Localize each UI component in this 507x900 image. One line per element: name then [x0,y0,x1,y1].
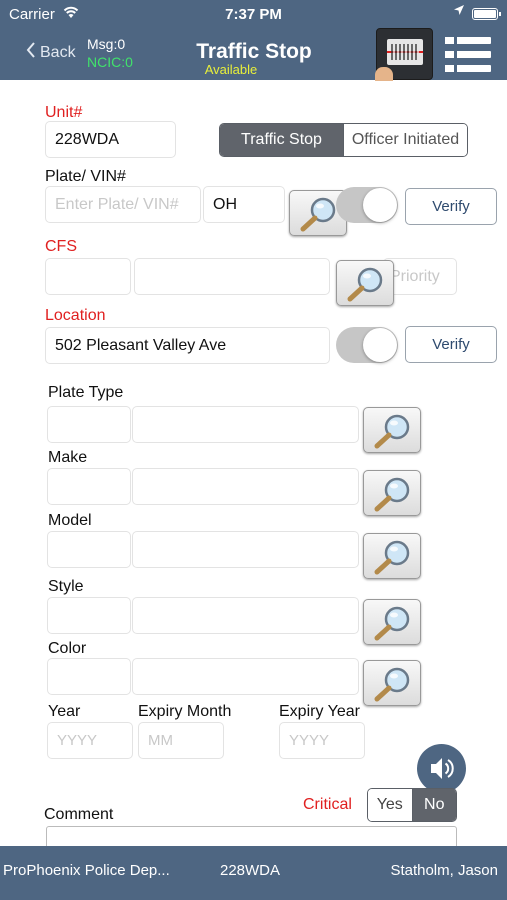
style-code-field[interactable] [47,597,131,634]
plate-verify-button[interactable]: Verify [405,188,497,225]
ncic-count[interactable]: NCIC:0 [87,54,133,70]
unit-field[interactable]: 228WDA [45,121,176,158]
model-label: Model [48,512,92,529]
expiry-month-label: Expiry Month [138,703,232,720]
style-search-button[interactable] [363,599,421,645]
critical-no[interactable]: No [412,789,456,821]
clock: 7:37 PM [225,6,282,23]
menu-icon[interactable] [445,37,491,73]
cfs-label: CFS [45,238,77,255]
location-field[interactable]: 502 Pleasant Valley Ave [45,327,330,364]
critical-label: Critical [303,796,352,813]
comment-label: Comment [44,806,114,823]
battery-icon [472,8,501,20]
stop-type-toggle: Traffic Stop Officer Initiated [219,123,468,157]
stop-type-traffic-stop[interactable]: Traffic Stop [220,124,343,156]
make-label: Make [48,449,88,466]
expiry-year-label: Expiry Year [279,703,360,720]
plate-vin-label: Plate/ VIN# [45,168,126,185]
make-search-button[interactable] [363,470,421,516]
plate-vin-input[interactable]: Enter Plate/ VIN# [45,186,201,223]
barcode-scanner-icon[interactable] [375,28,433,81]
make-code-field[interactable] [47,468,131,505]
plate-type-code-field[interactable] [47,406,131,443]
critical-yes[interactable]: Yes [368,789,413,821]
color-label: Color [48,640,87,657]
bottom-unit-label: 228WDA [220,862,281,879]
color-description-field[interactable] [132,658,359,695]
style-description-field[interactable] [132,597,359,634]
year-field[interactable]: YYYY [47,722,133,759]
plate-state-field[interactable]: OH [203,186,285,223]
speaker-button[interactable] [417,744,466,793]
location-verify-button[interactable]: Verify [405,326,497,363]
status-bar: Carrier 7:37 PM [0,0,507,28]
page-title: Traffic Stop [196,40,312,63]
plate-toggle[interactable] [336,187,398,223]
back-chevron-icon [26,42,36,63]
bottom-bar: ProPhoenix Police Dep... 228WDA Statholm… [0,846,507,900]
back-label: Back [40,43,76,61]
location-label: Location [45,307,106,324]
message-count[interactable]: Msg:0 [87,36,125,52]
model-search-button[interactable] [363,533,421,579]
cfs-code-field[interactable] [45,258,131,295]
model-code-field[interactable] [47,531,131,568]
location-arrow-icon [453,4,465,19]
plate-type-search-button[interactable] [363,407,421,453]
style-label: Style [48,578,84,595]
plate-type-label: Plate Type [48,384,124,401]
expiry-month-field[interactable]: MM [138,722,224,759]
make-description-field[interactable] [132,468,359,505]
cfs-description-field[interactable] [134,258,330,295]
nav-bar: Back Msg:0 NCIC:0 Traffic Stop Available [0,28,507,81]
color-code-field[interactable] [47,658,131,695]
back-button[interactable]: Back [26,42,76,63]
unit-label: Unit# [45,104,83,121]
cfs-search-button[interactable] [336,260,394,306]
plate-type-description-field[interactable] [132,406,359,443]
location-toggle[interactable] [336,327,398,363]
color-search-button[interactable] [363,660,421,706]
officer-name: Statholm, Jason [390,862,498,879]
stop-type-officer-initiated[interactable]: Officer Initiated [343,124,467,156]
department-label: ProPhoenix Police Dep... [3,862,170,879]
critical-toggle: Yes No [367,788,457,822]
year-label: Year [48,703,81,720]
unit-status: Available [204,62,258,77]
expiry-year-field[interactable]: YYYY [279,722,365,759]
model-description-field[interactable] [132,531,359,568]
